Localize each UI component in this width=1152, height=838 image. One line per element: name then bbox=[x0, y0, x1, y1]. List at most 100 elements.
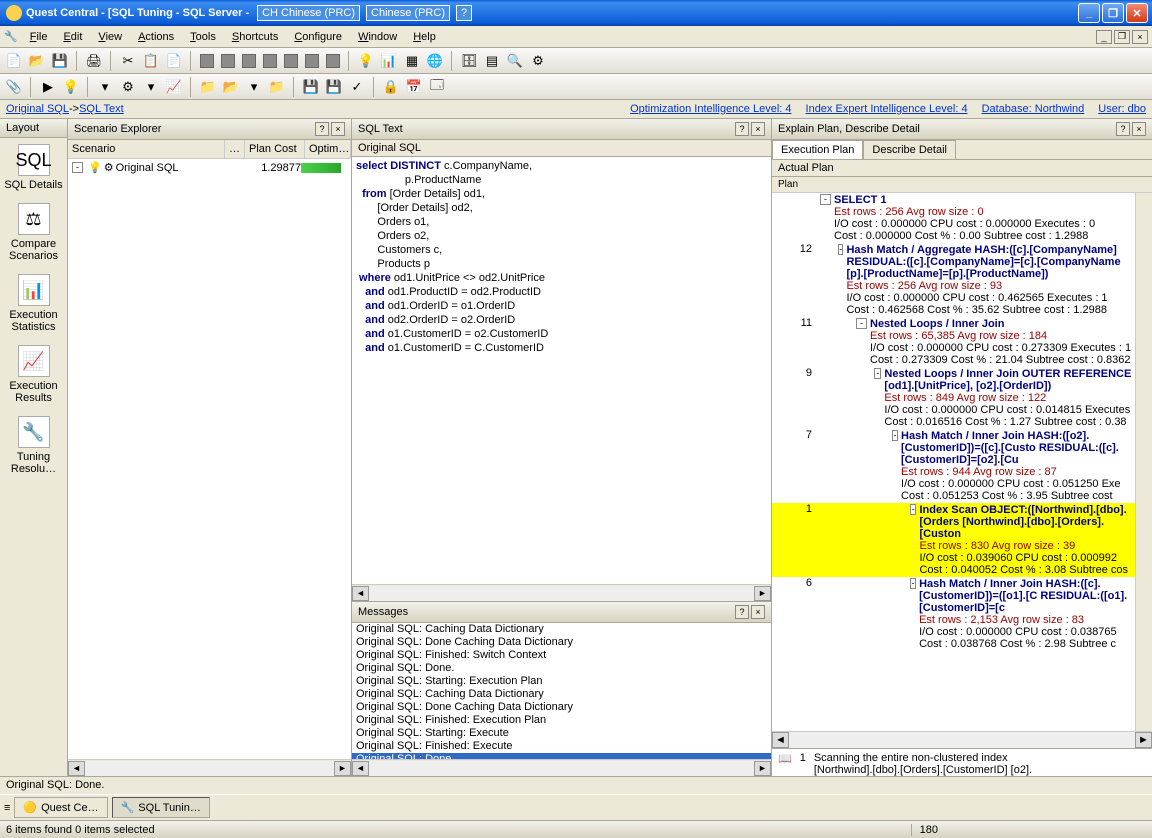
breadcrumb-original-sql[interactable]: Original SQL bbox=[6, 103, 69, 115]
tree-expand-icon[interactable]: - bbox=[856, 318, 867, 329]
tool-icon[interactable] bbox=[305, 54, 319, 68]
window-icon[interactable]: 🗔 bbox=[427, 77, 447, 97]
globe-icon[interactable]: 🌐 bbox=[425, 51, 445, 71]
tab-execution-plan[interactable]: Execution Plan bbox=[772, 140, 863, 159]
attach-icon[interactable]: 📎 bbox=[4, 77, 24, 97]
stats-icon[interactable]: 📊 bbox=[379, 51, 399, 71]
chart-icon[interactable]: 📈 bbox=[164, 77, 184, 97]
layout-item[interactable]: 📈Execution Results bbox=[0, 339, 67, 410]
menu-edit[interactable]: Edit bbox=[55, 29, 90, 45]
tool-icon[interactable] bbox=[221, 54, 235, 68]
plan-node[interactable]: 1-Index Scan OBJECT:([Northwind].[dbo].[… bbox=[772, 503, 1135, 577]
tool-icon[interactable] bbox=[284, 54, 298, 68]
tree-expand-icon[interactable]: - bbox=[892, 430, 898, 441]
plan-node[interactable]: 9-Nested Loops / Inner Join OUTER REFERE… bbox=[772, 367, 1135, 429]
menu-help[interactable]: Help bbox=[405, 29, 444, 45]
help-icon[interactable]: ? bbox=[315, 122, 329, 136]
link-index-expert-level[interactable]: Index Expert Intelligence Level: 4 bbox=[806, 103, 968, 115]
close-panel-icon[interactable]: × bbox=[331, 122, 345, 136]
scenario-hscroll[interactable]: ◄ ► bbox=[68, 759, 351, 776]
messages-list[interactable]: Original SQL: Caching Data DictionaryOri… bbox=[352, 623, 771, 759]
open-icon[interactable]: 📂 bbox=[27, 51, 47, 71]
plan-node[interactable]: -SELECT 1Est rows : 256 Avg row size : 0… bbox=[772, 193, 1135, 243]
menu-configure[interactable]: Configure bbox=[286, 29, 350, 45]
dropdown-icon[interactable]: ▾ bbox=[244, 77, 264, 97]
menu-window[interactable]: Window bbox=[350, 29, 405, 45]
tool-icon[interactable] bbox=[326, 54, 340, 68]
message-row[interactable]: Original SQL: Starting: Execute bbox=[352, 727, 771, 740]
tree-expand-icon[interactable]: - bbox=[820, 194, 831, 205]
scroll-right-icon[interactable]: ► bbox=[754, 586, 771, 601]
calendar-icon[interactable]: 📅 bbox=[404, 77, 424, 97]
bulb-icon[interactable]: 💡 bbox=[61, 77, 81, 97]
link-user[interactable]: User: dbo bbox=[1098, 103, 1146, 115]
col-plan-cost[interactable]: Plan Cost bbox=[245, 140, 305, 158]
scroll-right-icon[interactable]: ► bbox=[334, 761, 351, 776]
link-database[interactable]: Database: Northwind bbox=[982, 103, 1085, 115]
plan-node[interactable]: 11-Nested Loops / Inner JoinEst rows : 6… bbox=[772, 317, 1135, 367]
taskbar-sql-tuning[interactable]: 🔧SQL Tunin… bbox=[112, 797, 210, 818]
db-icon[interactable]: 🗄 bbox=[459, 51, 479, 71]
message-row[interactable]: Original SQL: Done Caching Data Dictiona… bbox=[352, 636, 771, 649]
layout-item[interactable]: ⚖Compare Scenarios bbox=[0, 197, 67, 268]
message-row[interactable]: Original SQL: Caching Data Dictionary bbox=[352, 623, 771, 636]
close-panel-icon[interactable]: × bbox=[751, 122, 765, 136]
folder-open-icon[interactable]: 📂 bbox=[221, 77, 241, 97]
tab-describe-detail[interactable]: Describe Detail bbox=[863, 140, 956, 159]
layout-item[interactable]: 📊Execution Statistics bbox=[0, 268, 67, 339]
folder-icon[interactable]: 📁 bbox=[267, 77, 287, 97]
minimize-button[interactable]: _ bbox=[1078, 3, 1100, 23]
tool-icon[interactable] bbox=[200, 54, 214, 68]
link-optimization-level[interactable]: Optimization Intelligence Level: 4 bbox=[630, 103, 791, 115]
scroll-left-icon[interactable]: ◄ bbox=[772, 732, 789, 748]
tree-expand-icon[interactable]: - bbox=[838, 244, 843, 255]
scroll-left-icon[interactable]: ◄ bbox=[68, 761, 85, 776]
menu-actions[interactable]: Actions bbox=[130, 29, 182, 45]
help-icon[interactable]: ? bbox=[735, 122, 749, 136]
menu-shortcuts[interactable]: Shortcuts bbox=[224, 29, 286, 45]
new-icon[interactable]: 📄 bbox=[4, 51, 24, 71]
search-icon[interactable]: 🔍 bbox=[505, 51, 525, 71]
paste-icon[interactable]: 📄 bbox=[164, 51, 184, 71]
scroll-right-icon[interactable]: ► bbox=[1135, 732, 1152, 748]
ime-lang-a[interactable]: CH Chinese (PRC) bbox=[257, 5, 360, 21]
plan-node[interactable]: 6-Hash Match / Inner Join HASH:([c].[Cus… bbox=[772, 577, 1135, 651]
cut-icon[interactable]: ✂ bbox=[118, 51, 138, 71]
scroll-left-icon[interactable]: ◄ bbox=[352, 761, 369, 776]
tree-expand-icon[interactable]: - bbox=[874, 368, 881, 379]
menu-tools[interactable]: Tools bbox=[182, 29, 224, 45]
plan-node[interactable]: 7-Hash Match / Inner Join HASH:([o2].[Cu… bbox=[772, 429, 1135, 503]
tool-icon[interactable] bbox=[242, 54, 256, 68]
saveall-icon[interactable]: 💾 bbox=[324, 77, 344, 97]
plan-node[interactable]: 12-Hash Match / Aggregate HASH:([c].[Com… bbox=[772, 243, 1135, 317]
tree-collapse-icon[interactable]: - bbox=[72, 162, 83, 173]
menu-view[interactable]: View bbox=[90, 29, 130, 45]
plan-vscroll[interactable] bbox=[1135, 193, 1152, 731]
message-row[interactable]: Original SQL: Finished: Execution Plan bbox=[352, 714, 771, 727]
message-row[interactable]: Original SQL: Done. bbox=[352, 662, 771, 675]
ime-lang-b[interactable]: Chinese (PRC) bbox=[366, 5, 450, 21]
taskbar-toggle-icon[interactable]: ≡ bbox=[4, 802, 10, 814]
menu-file[interactable]: File bbox=[22, 29, 56, 45]
save-icon[interactable]: 💾 bbox=[301, 77, 321, 97]
help-icon[interactable]: ? bbox=[735, 605, 749, 619]
message-row[interactable]: Original SQL: Done Caching Data Dictiona… bbox=[352, 701, 771, 714]
bulb-icon[interactable]: 💡 bbox=[356, 51, 376, 71]
scroll-left-icon[interactable]: ◄ bbox=[352, 586, 369, 601]
copy-icon[interactable]: 📋 bbox=[141, 51, 161, 71]
tree-expand-icon[interactable]: - bbox=[910, 578, 916, 589]
print-icon[interactable]: 🖨 bbox=[84, 51, 104, 71]
save-icon[interactable]: 💾 bbox=[50, 51, 70, 71]
messages-hscroll[interactable]: ◄ ► bbox=[352, 759, 771, 776]
check-icon[interactable]: ✓ bbox=[347, 77, 367, 97]
table-icon[interactable]: ▤ bbox=[482, 51, 502, 71]
grid-icon[interactable]: ▦ bbox=[402, 51, 422, 71]
message-row[interactable]: Original SQL: Caching Data Dictionary bbox=[352, 688, 771, 701]
layout-item[interactable]: SQLSQL Details bbox=[0, 138, 67, 197]
folder-icon[interactable]: 📁 bbox=[198, 77, 218, 97]
message-row[interactable]: Original SQL: Finished: Execute bbox=[352, 740, 771, 753]
maximize-button[interactable]: ❐ bbox=[1102, 3, 1124, 23]
sql-hscroll[interactable]: ◄ ► bbox=[352, 584, 771, 601]
taskbar-quest-central[interactable]: 🟡Quest Ce… bbox=[14, 797, 107, 818]
col-scenario[interactable]: Scenario bbox=[68, 140, 225, 158]
